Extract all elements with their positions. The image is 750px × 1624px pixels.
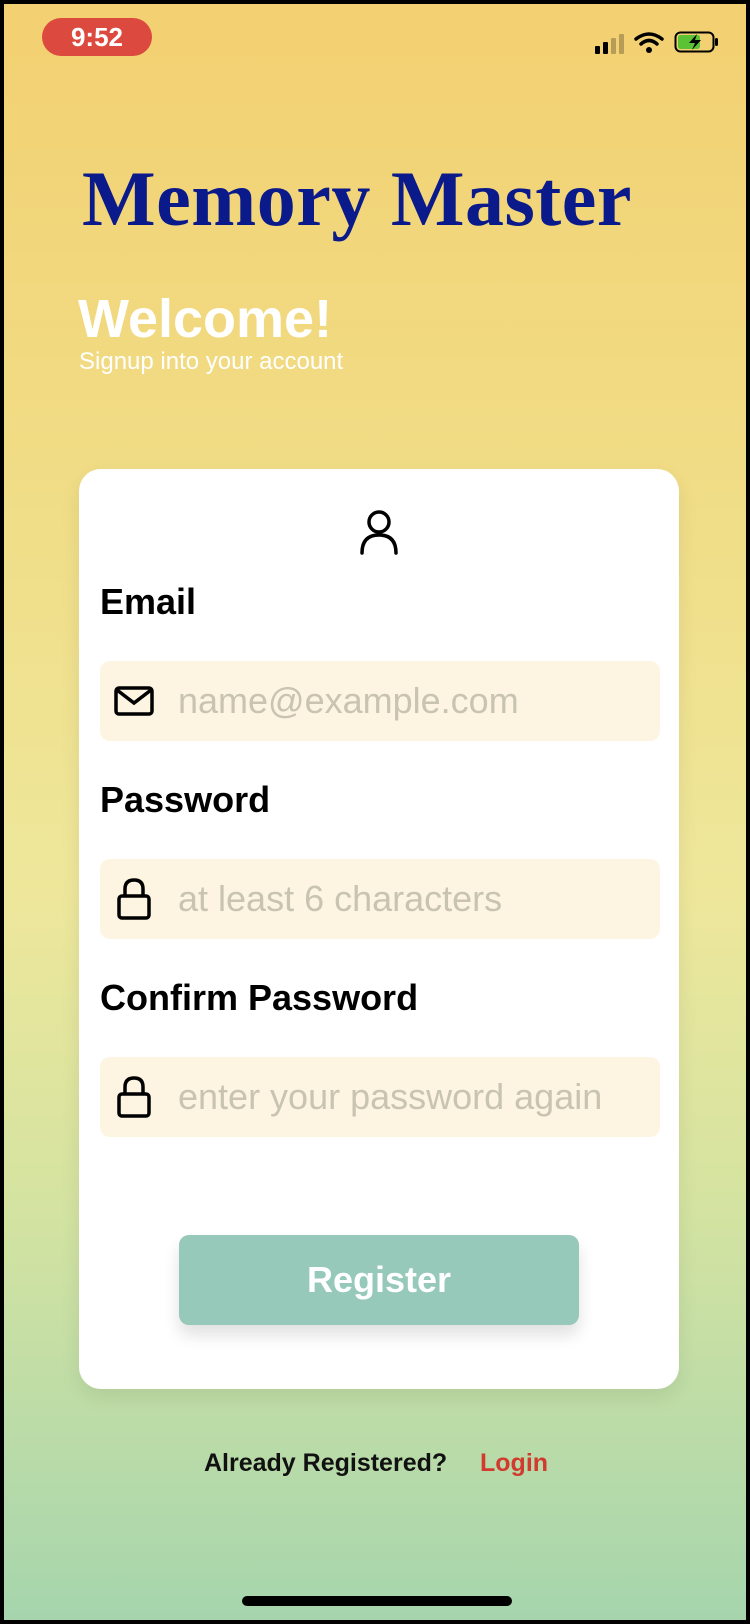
user-icon bbox=[359, 509, 399, 560]
signup-card: Email Password Confirm Password bbox=[79, 469, 679, 1389]
mail-icon bbox=[114, 686, 154, 716]
email-input[interactable] bbox=[176, 660, 660, 742]
home-indicator[interactable] bbox=[242, 1596, 512, 1606]
password-label: Password bbox=[100, 779, 271, 820]
battery-charging-icon bbox=[674, 31, 720, 53]
already-registered-text: Already Registered? bbox=[204, 1449, 448, 1477]
confirm-password-field-container bbox=[100, 1056, 660, 1138]
email-field-container bbox=[100, 660, 660, 742]
status-time: 9:52 bbox=[42, 18, 152, 56]
confirm-password-label: Confirm Password bbox=[100, 977, 419, 1018]
signal-icon bbox=[595, 30, 624, 54]
lock-icon bbox=[114, 878, 154, 920]
register-button[interactable]: Register bbox=[179, 1235, 579, 1325]
confirm-password-input[interactable] bbox=[176, 1056, 660, 1138]
app-title: Memory Master bbox=[82, 155, 633, 242]
status-icons bbox=[595, 30, 720, 54]
signup-subtitle: Signup into your account bbox=[79, 348, 344, 375]
welcome-heading: Welcome! bbox=[78, 289, 333, 349]
password-input[interactable] bbox=[176, 858, 660, 940]
lock-icon bbox=[114, 1076, 154, 1118]
password-field-container bbox=[100, 858, 660, 940]
login-link[interactable]: Login bbox=[480, 1449, 548, 1478]
email-label: Email bbox=[100, 581, 197, 622]
signup-screen: 9:52 Memory Master Welcome! Signup into … bbox=[0, 0, 750, 1624]
wifi-icon bbox=[634, 31, 664, 53]
